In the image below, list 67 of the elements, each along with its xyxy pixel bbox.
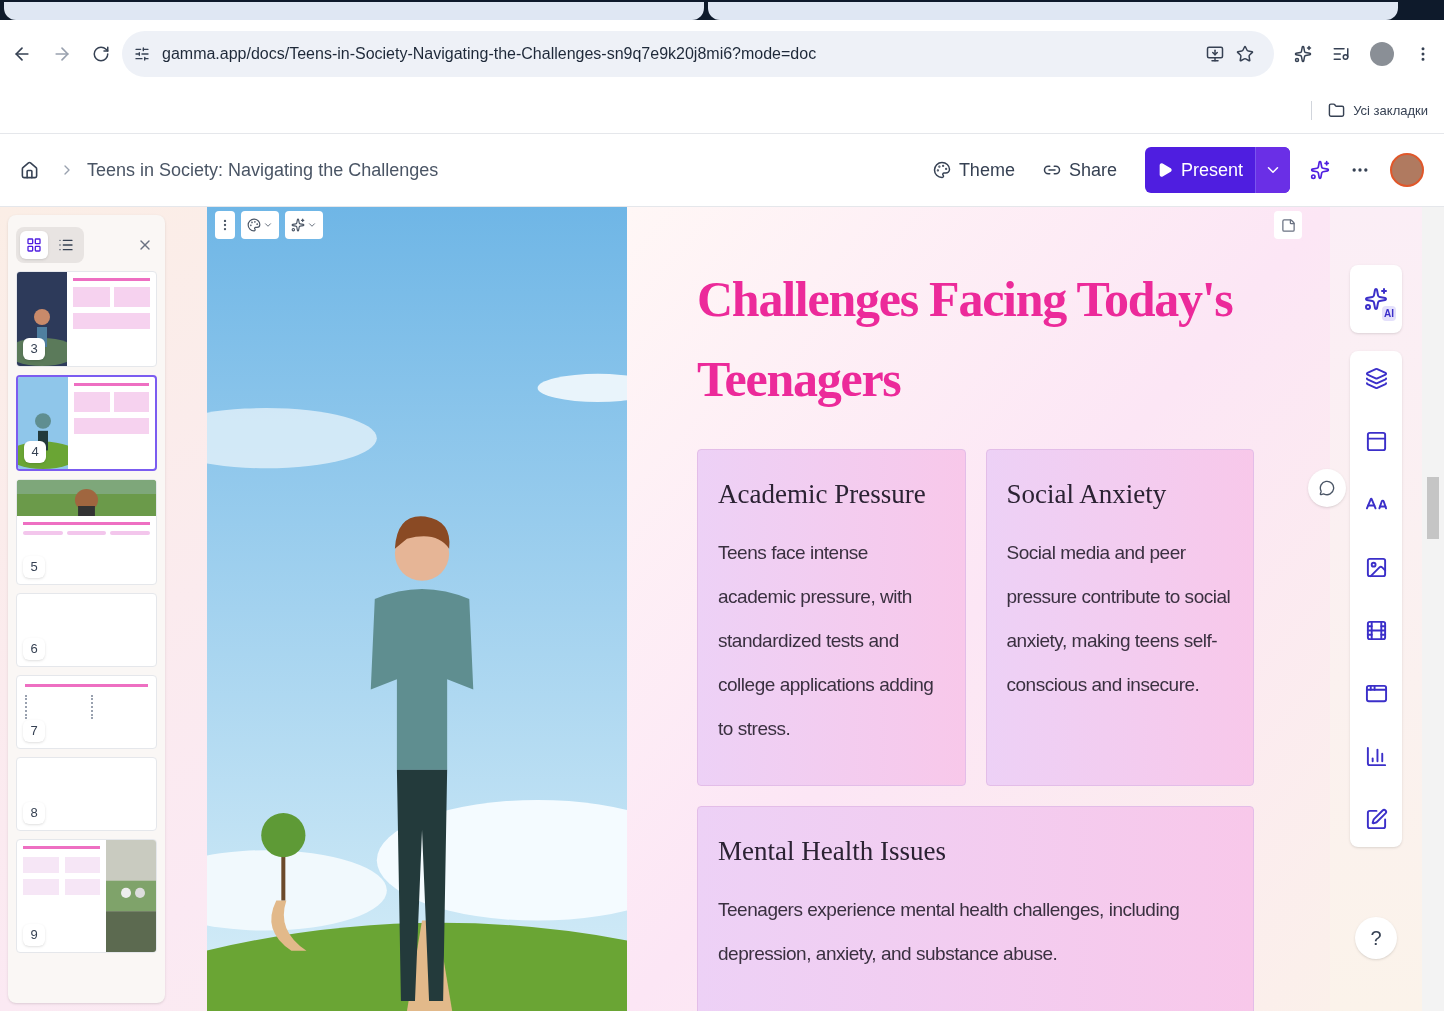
caret-icon (307, 220, 317, 230)
install-icon[interactable] (1206, 45, 1224, 63)
profile-avatar[interactable] (1370, 42, 1394, 66)
card-title: Academic Pressure (718, 478, 927, 511)
window-icon[interactable] (1364, 682, 1388, 705)
palette-icon (932, 161, 951, 179)
film-icon[interactable] (1364, 619, 1388, 642)
site-settings-icon[interactable] (134, 46, 150, 62)
palette-menu[interactable] (241, 211, 279, 239)
card-body: Social media and peer pressure contribute to social anxiety, making teens self-conscious and insecure. (1006, 540, 1232, 697)
home-icon[interactable] (20, 160, 39, 180)
breadcrumb-title[interactable]: Teens in Society: Navigating the Challenges (87, 156, 439, 184)
grid-view-tab[interactable] (20, 231, 48, 259)
bar-chart-icon[interactable] (1364, 745, 1388, 768)
present-button[interactable]: Present (1144, 147, 1290, 193)
card-title: Mental Health Issues (718, 835, 947, 868)
slide-thumbnail[interactable]: 8 (16, 757, 157, 831)
card-body: Teens face intense academic pressure, with standardized tests and college applications adding to stress. (718, 540, 935, 741)
present-label[interactable]: Present (1180, 156, 1243, 184)
comment-icon (1319, 480, 1335, 496)
sparkles-icon (291, 218, 305, 232)
slide-thumbnail[interactable]: 4 (16, 375, 157, 471)
slide-thumbnail[interactable]: 6 (16, 593, 157, 667)
slide-number: 6 (23, 638, 45, 660)
card-body: Teenagers experience mental health challenges, including depression, anxiety, and substance abuse. (718, 897, 1181, 966)
bookmark-star-icon[interactable] (1236, 45, 1254, 63)
image-icon[interactable] (1364, 556, 1388, 579)
scrollbar[interactable] (1422, 207, 1444, 1011)
ai-button[interactable]: AI (1350, 265, 1402, 333)
grid-icon (26, 237, 42, 253)
list-icon (58, 237, 74, 253)
slide-thumbnail[interactable]: 3 (16, 271, 157, 367)
media-icon[interactable] (1332, 45, 1350, 63)
sparkles-icon[interactable] (1310, 160, 1330, 180)
theme-button[interactable]: Theme (924, 156, 1023, 184)
slide-number: 7 (23, 720, 45, 742)
sparkles-icon (1364, 287, 1388, 311)
slide-number: 8 (23, 802, 45, 824)
slide-thumbnail[interactable]: 5 (16, 479, 157, 585)
card-title: Social Anxiety (1006, 478, 1168, 511)
user-avatar[interactable] (1390, 153, 1424, 187)
slide-thumbnail[interactable]: 9 (16, 839, 157, 953)
layout-icon[interactable] (1364, 430, 1388, 453)
slide-number: 9 (23, 924, 45, 946)
ai-menu[interactable] (285, 211, 323, 239)
reload-icon[interactable] (92, 45, 110, 63)
help-button[interactable]: ? (1355, 917, 1397, 959)
notes-button[interactable] (1274, 211, 1302, 239)
slide-number: 4 (24, 441, 46, 463)
ai-label: AI (1382, 306, 1396, 321)
address-bar[interactable]: gamma.app/docs/Teens-in-Society-Navigating-the-Challenges-sn9q7e9k20j8mi6?mode=doc (122, 31, 1274, 77)
caret-icon (263, 220, 273, 230)
bookmarks-link[interactable]: Усі закладки (1353, 100, 1428, 121)
url-text: gamma.app/docs/Teens-in-Society-Navigating-the-Challenges-sn9q7e9k20j8mi6?mode=doc (162, 44, 818, 64)
stars-icon[interactable] (1294, 45, 1312, 63)
share-button[interactable]: Share (1034, 156, 1125, 184)
slide-thumbnail[interactable]: 7 (16, 675, 157, 749)
notes-icon (1280, 217, 1296, 233)
comment-button[interactable] (1308, 469, 1346, 507)
slide-number: 5 (23, 556, 45, 578)
drag-handle[interactable] (215, 211, 235, 239)
slide-number: 3 (23, 338, 45, 360)
add-card-icon[interactable] (1364, 367, 1388, 390)
slide-title: Challenges Facing Today's Teenagers (697, 270, 1234, 409)
folder-icon (1328, 102, 1346, 119)
palette-icon (247, 218, 261, 232)
edit-icon[interactable] (1364, 808, 1388, 831)
